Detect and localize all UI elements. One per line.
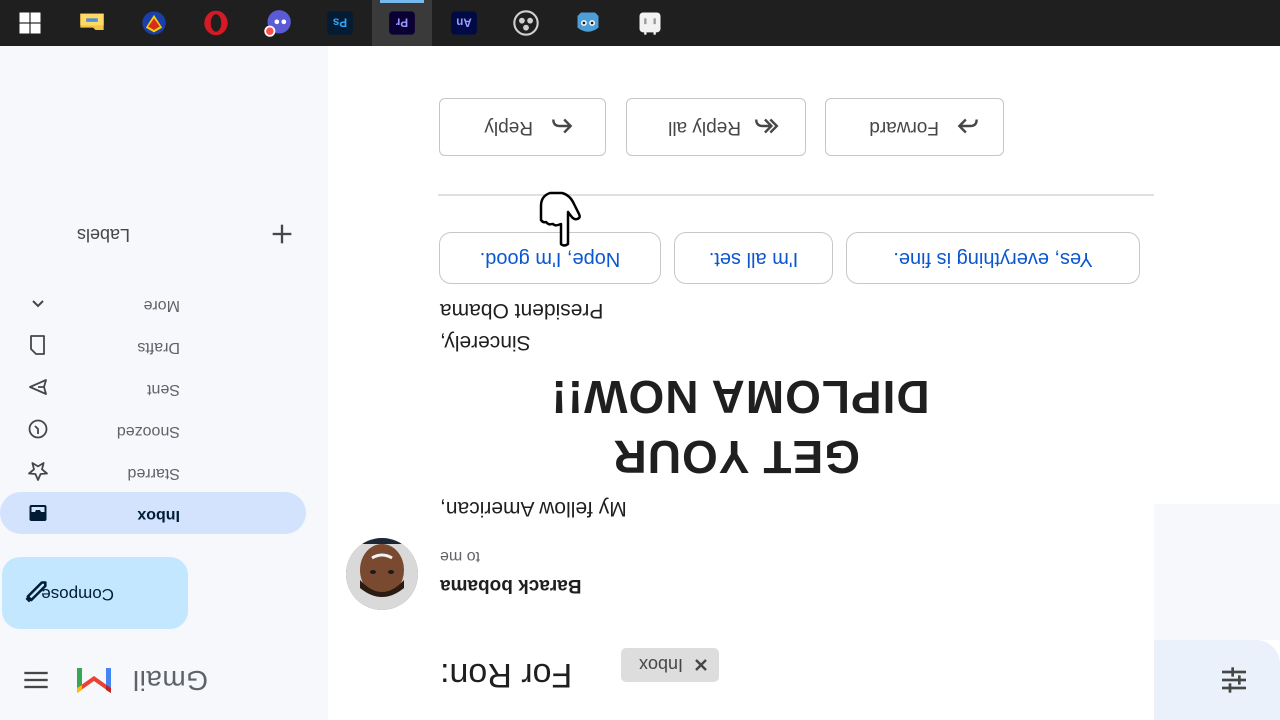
reply-all-label: Reply all (668, 117, 741, 138)
hand-cursor-icon (539, 191, 581, 247)
chip-label: Inbox (638, 655, 683, 675)
sidebar-item-label: Inbox (137, 507, 180, 524)
send-icon (29, 379, 47, 395)
taskbar-animate[interactable]: An (434, 0, 494, 46)
sidebar-item-label: Starred (127, 465, 180, 482)
sidebar-item-more[interactable]: More (0, 282, 306, 324)
menu-icon[interactable] (22, 666, 50, 694)
side-panel (1154, 504, 1280, 640)
forward-button[interactable]: Forward (825, 98, 1004, 156)
opera-icon (204, 10, 228, 36)
taskbar-bubble-app[interactable] (248, 0, 308, 46)
bubble-app-icon (264, 10, 291, 37)
taskbar-photoshop[interactable]: Ps (310, 0, 370, 46)
close-icon[interactable] (693, 657, 709, 673)
sidebar-item-inbox[interactable]: Inbox (0, 492, 306, 534)
animate-icon: An (451, 11, 477, 35)
taskbar-file-explorer[interactable] (62, 0, 122, 46)
forward-label: Forward (869, 117, 939, 138)
sidebar-item-label: Drafts (137, 339, 180, 356)
compose-button[interactable]: Compose (2, 557, 188, 629)
svg-text:Pr: Pr (395, 15, 408, 28)
taskbar-opera[interactable] (186, 0, 246, 46)
robot-app-icon (577, 12, 599, 32)
taskbar-robot-app[interactable] (558, 0, 618, 46)
email-subject: For Ron: (440, 656, 573, 694)
draft-icon (30, 335, 45, 355)
email-closing: Sincerely, (440, 331, 531, 354)
taskbar-davinci[interactable] (496, 0, 556, 46)
windows-taskbar: Ps Pr An (0, 0, 1280, 46)
windows-start-button[interactable] (0, 0, 60, 46)
email-headline-1: GET YOUR (612, 431, 860, 483)
inbox-label-chip: Inbox (621, 648, 719, 682)
davinci-icon (513, 10, 539, 36)
search-bar[interactable] (1154, 640, 1280, 720)
avatar[interactable] (346, 538, 418, 610)
reply-button[interactable]: Reply (439, 98, 606, 156)
white-app-icon (639, 12, 661, 35)
gmail-logo-icon[interactable] (74, 664, 114, 698)
taskbar-superman[interactable] (124, 0, 184, 46)
clock-icon (28, 419, 48, 439)
premiere-icon: Pr (389, 11, 415, 35)
inbox-icon (29, 505, 47, 521)
flipped-screen: Gmail Compose Inbox Starred Snoozed Sent… (0, 0, 1280, 720)
reply-label: Reply (484, 117, 533, 138)
taskbar-premiere[interactable]: Pr (372, 0, 432, 46)
smart-reply-all-set[interactable]: I'm all set. (674, 232, 833, 284)
email-headline-2: DIPLOMA NOW!! (550, 371, 930, 423)
photoshop-icon: Ps (327, 11, 353, 35)
email-subject-row: For Ron: (440, 644, 606, 694)
email-greeting: My fellow American, (440, 497, 627, 520)
sidebar-item-drafts[interactable]: Drafts (0, 324, 306, 366)
svg-text:An: An (456, 15, 472, 28)
active-indicator (380, 0, 424, 3)
reply-all-icon (755, 118, 779, 134)
avatar-image (346, 538, 418, 610)
sidebar-item-label: More (143, 297, 180, 314)
sidebar-item-starred[interactable]: Starred (0, 450, 306, 492)
taskbar-white-app[interactable] (620, 0, 680, 46)
labels-heading: Labels (76, 225, 130, 245)
reply-icon (552, 118, 573, 134)
star-icon (28, 462, 48, 481)
email-signature: President Obama (440, 299, 604, 322)
windows-start-icon (19, 12, 41, 34)
sender-name[interactable]: Barack bobama (440, 574, 606, 596)
file-explorer-icon (80, 13, 104, 30)
svg-text:Ps: Ps (333, 15, 347, 28)
gmail-wordmark: Gmail (132, 665, 208, 696)
sidebar-item-label: Snoozed (116, 423, 180, 440)
chevron-up-icon (32, 300, 44, 308)
plus-icon[interactable] (268, 220, 296, 248)
recipient-line[interactable]: to me (440, 547, 530, 565)
smart-reply-yes[interactable]: Yes, everything is fine. (846, 232, 1140, 284)
compose-label: Compose (41, 585, 114, 604)
reply-all-button[interactable]: Reply all (626, 98, 806, 156)
sidebar-item-snoozed[interactable]: Snoozed (0, 408, 306, 450)
tune-icon[interactable] (1218, 664, 1250, 696)
forward-icon (957, 118, 978, 134)
sidebar-item-sent[interactable]: Sent (0, 366, 306, 408)
superman-icon (142, 11, 166, 35)
sidebar-item-label: Sent (147, 381, 180, 398)
